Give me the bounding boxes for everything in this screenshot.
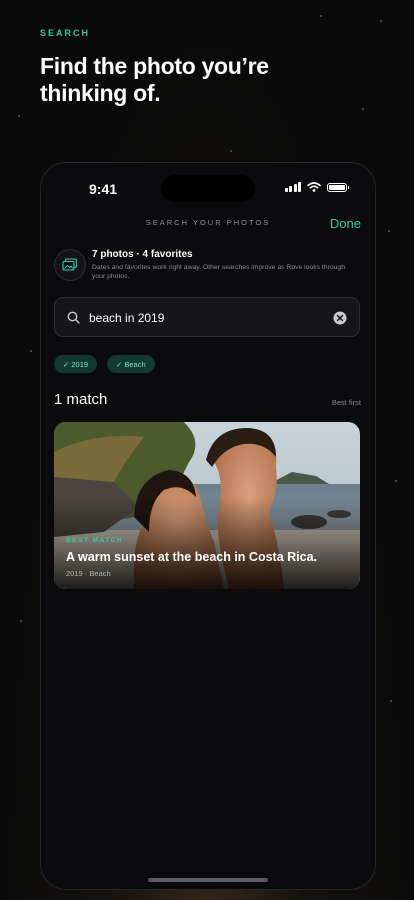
- status-time: 9:41: [89, 181, 118, 197]
- search-input[interactable]: beach in 2019: [89, 311, 164, 325]
- star: [390, 700, 392, 702]
- star: [380, 20, 382, 22]
- search-field[interactable]: beach in 2019: [54, 297, 360, 337]
- star: [362, 108, 364, 110]
- library-description: Dates and favorites work right away. Oth…: [92, 264, 345, 280]
- result-card[interactable]: BEST MATCH A warm sunset at the beach in…: [54, 422, 360, 589]
- sort-option[interactable]: Best first: [332, 398, 361, 407]
- home-indicator: [148, 878, 268, 882]
- page-headline: Find the photo you’re thinking of.: [40, 53, 269, 106]
- filter-chip-2019[interactable]: ✓ 2019: [54, 355, 98, 373]
- dynamic-island: [161, 175, 255, 202]
- battery-icon: [327, 182, 349, 192]
- signal-icon: [284, 182, 301, 192]
- status-icons: [284, 182, 349, 192]
- star: [230, 150, 232, 152]
- clear-search-icon[interactable]: [333, 311, 347, 325]
- star: [30, 350, 32, 352]
- star: [395, 480, 397, 482]
- library-summary: 7 photos · 4 favorites: [92, 249, 193, 260]
- section-eyebrow: SEARCH: [40, 28, 91, 38]
- results-count: 1 match: [54, 391, 108, 408]
- photo-caption: A warm sunset at the beach in Costa Rica…: [66, 550, 317, 564]
- star: [320, 15, 322, 17]
- wifi-icon: [307, 182, 321, 192]
- photo-meta: 2019 · Beach: [66, 569, 111, 578]
- star: [388, 230, 390, 232]
- star: [20, 620, 22, 622]
- best-match-badge: BEST MATCH: [66, 537, 124, 544]
- star: [18, 115, 20, 117]
- phone-frame: 9:41 SEARCH YOUR PHOTOS Done 7 photos · …: [40, 162, 376, 890]
- search-icon: [67, 311, 80, 324]
- photos-icon: [54, 249, 86, 281]
- done-button[interactable]: Done: [330, 216, 361, 231]
- filter-chip-beach[interactable]: ✓ Beach: [107, 355, 155, 373]
- nav-title: SEARCH YOUR PHOTOS: [145, 218, 271, 227]
